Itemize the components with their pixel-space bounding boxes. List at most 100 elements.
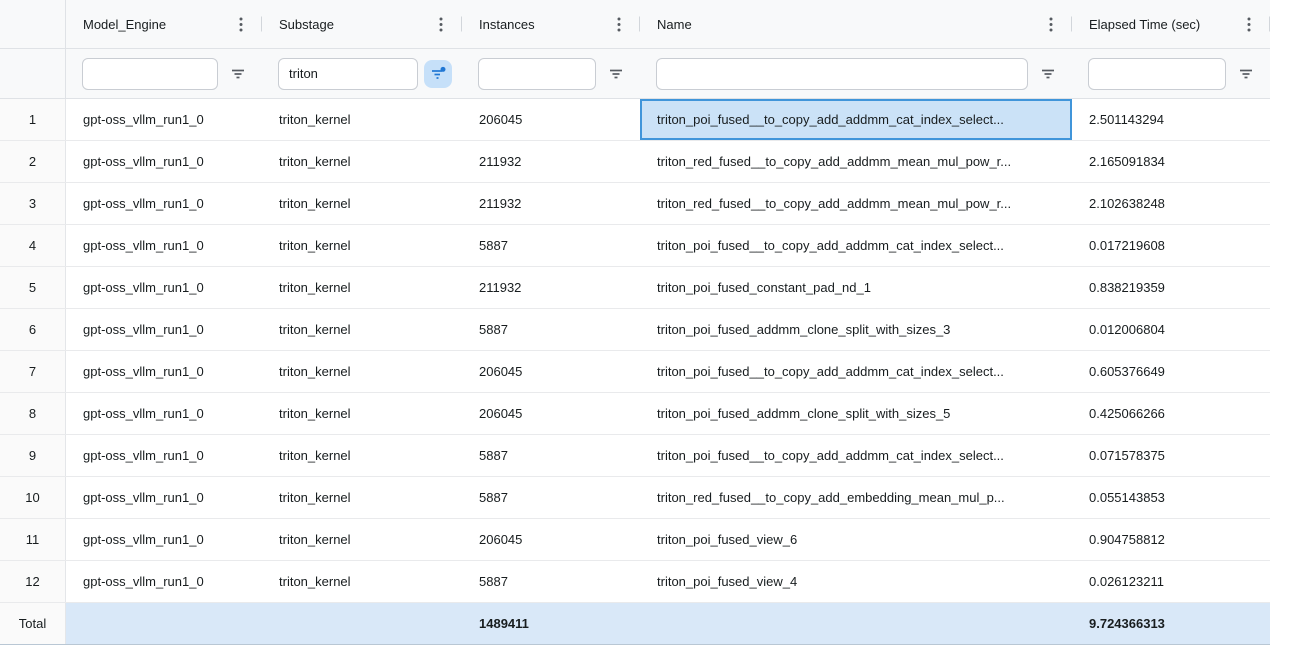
- column-menu-icon[interactable]: [433, 15, 449, 33]
- total-elapsed-time: 9.724366313: [1072, 603, 1270, 644]
- cell-instances[interactable]: 5887: [462, 561, 640, 602]
- cell-model-engine[interactable]: gpt-oss_vllm_run1_0: [66, 435, 262, 476]
- cell-substage[interactable]: triton_kernel: [262, 225, 462, 266]
- cell-name[interactable]: triton_red_fused__to_copy_add_embedding_…: [640, 477, 1072, 518]
- filter-funnel-icon[interactable]: [1034, 60, 1062, 88]
- cell-instances[interactable]: 206045: [462, 99, 640, 140]
- column-header-model-engine[interactable]: Model_Engine: [66, 0, 262, 48]
- cell-elapsed-time[interactable]: 0.904758812: [1072, 519, 1270, 560]
- table-row[interactable]: 7 gpt-oss_vllm_run1_0 triton_kernel 2060…: [0, 351, 1270, 393]
- cell-name[interactable]: triton_red_fused__to_copy_add_addmm_mean…: [640, 141, 1072, 182]
- cell-model-engine[interactable]: gpt-oss_vllm_run1_0: [66, 477, 262, 518]
- substage-filter-input[interactable]: [278, 58, 418, 90]
- table-row[interactable]: 2 gpt-oss_vllm_run1_0 triton_kernel 2119…: [0, 141, 1270, 183]
- cell-elapsed-time[interactable]: 0.055143853: [1072, 477, 1270, 518]
- cell-name[interactable]: triton_poi_fused__to_copy_add_addmm_cat_…: [640, 225, 1072, 266]
- cell-substage[interactable]: triton_kernel: [262, 477, 462, 518]
- table-row[interactable]: 4 gpt-oss_vllm_run1_0 triton_kernel 5887…: [0, 225, 1270, 267]
- filter-funnel-icon[interactable]: [1232, 60, 1260, 88]
- column-header-instances[interactable]: Instances: [462, 0, 640, 48]
- cell-substage[interactable]: triton_kernel: [262, 393, 462, 434]
- cell-name[interactable]: triton_poi_fused_addmm_clone_split_with_…: [640, 309, 1072, 350]
- cell-instances[interactable]: 5887: [462, 309, 640, 350]
- cell-model-engine[interactable]: gpt-oss_vllm_run1_0: [66, 561, 262, 602]
- cell-model-engine[interactable]: gpt-oss_vllm_run1_0: [66, 393, 262, 434]
- cell-instances[interactable]: 5887: [462, 225, 640, 266]
- cell-instances[interactable]: 206045: [462, 519, 640, 560]
- elapsed-time-filter-input[interactable]: [1088, 58, 1226, 90]
- cell-substage[interactable]: triton_kernel: [262, 435, 462, 476]
- cell-model-engine[interactable]: gpt-oss_vllm_run1_0: [66, 99, 262, 140]
- filter-row: [0, 49, 1270, 99]
- cell-instances[interactable]: 206045: [462, 393, 640, 434]
- row-number: 10: [0, 477, 66, 518]
- cell-elapsed-time[interactable]: 0.425066266: [1072, 393, 1270, 434]
- column-menu-icon[interactable]: [1043, 15, 1059, 33]
- table-row[interactable]: 10 gpt-oss_vllm_run1_0 triton_kernel 588…: [0, 477, 1270, 519]
- cell-model-engine[interactable]: gpt-oss_vllm_run1_0: [66, 351, 262, 392]
- column-menu-icon[interactable]: [611, 15, 627, 33]
- cell-name[interactable]: triton_poi_fused__to_copy_add_addmm_cat_…: [640, 435, 1072, 476]
- column-header-elapsed-time[interactable]: Elapsed Time (sec): [1072, 0, 1270, 48]
- column-header-name[interactable]: Name: [640, 0, 1072, 48]
- table-row[interactable]: 11 gpt-oss_vllm_run1_0 triton_kernel 206…: [0, 519, 1270, 561]
- cell-elapsed-time[interactable]: 0.026123211: [1072, 561, 1270, 602]
- cell-model-engine[interactable]: gpt-oss_vllm_run1_0: [66, 225, 262, 266]
- cell-instances[interactable]: 211932: [462, 267, 640, 308]
- cell-model-engine[interactable]: gpt-oss_vllm_run1_0: [66, 183, 262, 224]
- cell-instances[interactable]: 5887: [462, 477, 640, 518]
- cell-name[interactable]: triton_poi_fused_constant_pad_nd_1: [640, 267, 1072, 308]
- table-row[interactable]: 6 gpt-oss_vllm_run1_0 triton_kernel 5887…: [0, 309, 1270, 351]
- cell-model-engine[interactable]: gpt-oss_vllm_run1_0: [66, 519, 262, 560]
- column-label: Substage: [279, 17, 334, 32]
- cell-model-engine[interactable]: gpt-oss_vllm_run1_0: [66, 141, 262, 182]
- table-row[interactable]: 12 gpt-oss_vllm_run1_0 triton_kernel 588…: [0, 561, 1270, 603]
- cell-elapsed-time[interactable]: 0.071578375: [1072, 435, 1270, 476]
- instances-filter-input[interactable]: [478, 58, 596, 90]
- cell-name[interactable]: triton_red_fused__to_copy_add_addmm_mean…: [640, 183, 1072, 224]
- total-name: [640, 603, 1072, 644]
- cell-elapsed-time[interactable]: 0.605376649: [1072, 351, 1270, 392]
- cell-substage[interactable]: triton_kernel: [262, 519, 462, 560]
- filter-funnel-icon[interactable]: [224, 60, 252, 88]
- model-engine-filter-input[interactable]: [82, 58, 218, 90]
- table-row[interactable]: 8 gpt-oss_vllm_run1_0 triton_kernel 2060…: [0, 393, 1270, 435]
- cell-elapsed-time[interactable]: 2.102638248: [1072, 183, 1270, 224]
- table-row[interactable]: 1 gpt-oss_vllm_run1_0 triton_kernel 2060…: [0, 99, 1270, 141]
- column-label: Elapsed Time (sec): [1089, 17, 1200, 32]
- name-filter-input[interactable]: [656, 58, 1028, 90]
- table-row[interactable]: 9 gpt-oss_vllm_run1_0 triton_kernel 5887…: [0, 435, 1270, 477]
- filter-funnel-icon[interactable]: [602, 60, 630, 88]
- column-menu-icon[interactable]: [233, 15, 249, 33]
- cell-instances[interactable]: 206045: [462, 351, 640, 392]
- cell-instances[interactable]: 211932: [462, 183, 640, 224]
- table-row[interactable]: 3 gpt-oss_vllm_run1_0 triton_kernel 2119…: [0, 183, 1270, 225]
- cell-elapsed-time[interactable]: 2.501143294: [1072, 99, 1270, 140]
- cell-name[interactable]: triton_poi_fused_view_6: [640, 519, 1072, 560]
- cell-name[interactable]: triton_poi_fused_view_4: [640, 561, 1072, 602]
- cell-elapsed-time[interactable]: 0.012006804: [1072, 309, 1270, 350]
- cell-instances[interactable]: 5887: [462, 435, 640, 476]
- cell-name[interactable]: triton_poi_fused__to_copy_add_addmm_cat_…: [640, 99, 1072, 140]
- cell-elapsed-time[interactable]: 2.165091834: [1072, 141, 1270, 182]
- header-row: Model_Engine Substage Instances Name: [0, 0, 1270, 49]
- cell-substage[interactable]: triton_kernel: [262, 309, 462, 350]
- cell-model-engine[interactable]: gpt-oss_vllm_run1_0: [66, 309, 262, 350]
- cell-instances[interactable]: 211932: [462, 141, 640, 182]
- cell-model-engine[interactable]: gpt-oss_vllm_run1_0: [66, 267, 262, 308]
- active-filter-funnel-icon[interactable]: [424, 60, 452, 88]
- cell-name[interactable]: triton_poi_fused_addmm_clone_split_with_…: [640, 393, 1072, 434]
- cell-substage[interactable]: triton_kernel: [262, 99, 462, 140]
- total-instances: 1489411: [462, 603, 640, 644]
- column-menu-icon[interactable]: [1241, 15, 1257, 33]
- cell-substage[interactable]: triton_kernel: [262, 267, 462, 308]
- cell-substage[interactable]: triton_kernel: [262, 351, 462, 392]
- cell-substage[interactable]: triton_kernel: [262, 141, 462, 182]
- table-row[interactable]: 5 gpt-oss_vllm_run1_0 triton_kernel 2119…: [0, 267, 1270, 309]
- cell-elapsed-time[interactable]: 0.838219359: [1072, 267, 1270, 308]
- cell-substage[interactable]: triton_kernel: [262, 183, 462, 224]
- cell-substage[interactable]: triton_kernel: [262, 561, 462, 602]
- cell-elapsed-time[interactable]: 0.017219608: [1072, 225, 1270, 266]
- column-header-substage[interactable]: Substage: [262, 0, 462, 48]
- cell-name[interactable]: triton_poi_fused__to_copy_add_addmm_cat_…: [640, 351, 1072, 392]
